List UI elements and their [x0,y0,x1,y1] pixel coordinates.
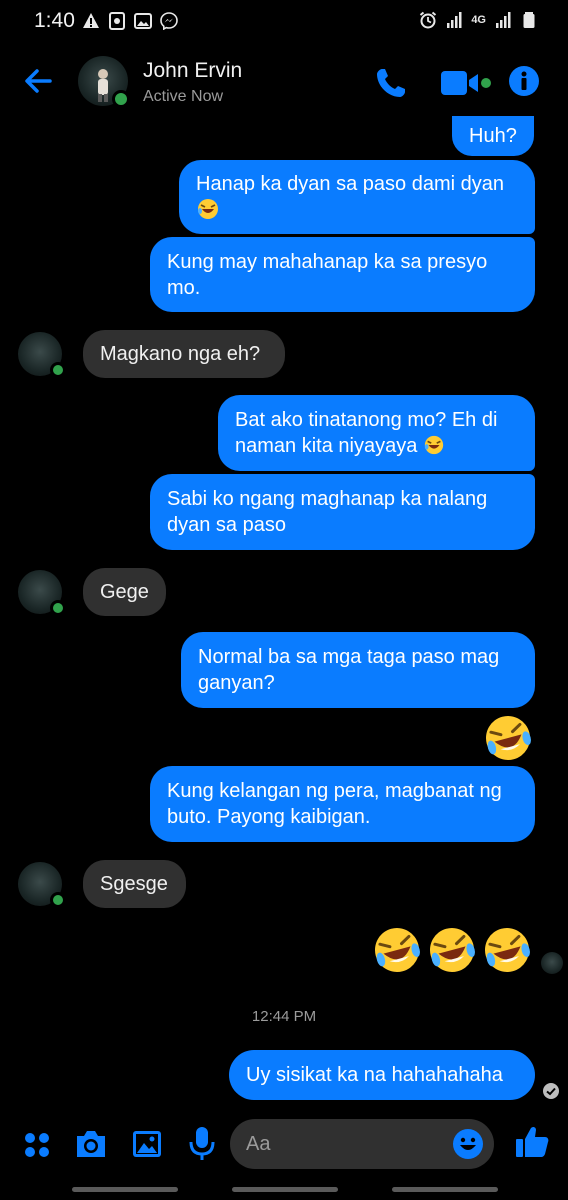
laughing-emoji-icon[interactable] [482,925,532,975]
nav-recent-button[interactable] [72,1187,178,1192]
delivered-check-icon [543,1083,559,1099]
message-input-placeholder: Aa [246,1133,271,1155]
message-list[interactable]: Huh? Hanap ka dyan sa paso dami dyan Kun… [0,116,568,1110]
signal-icon-2 [496,12,511,28]
outgoing-message[interactable]: Kung may mahahanap ka sa presyo mo. [150,237,535,312]
laughing-emoji-icon[interactable] [372,925,422,975]
gallery-icon [134,13,152,29]
back-arrow-icon[interactable] [20,62,58,100]
thumbs-up-icon[interactable] [514,1124,550,1160]
messenger-icon [160,12,178,30]
laughing-emoji-icon [424,435,444,455]
online-indicator [50,892,66,908]
laughing-emoji-icon[interactable] [427,925,477,975]
camera-icon[interactable] [74,1128,108,1160]
phone-icon[interactable] [374,66,408,100]
contact-status: Active Now [143,88,224,105]
alarm-icon [420,11,437,29]
nav-back-button[interactable] [392,1187,498,1192]
laughing-emoji-icon [198,199,218,219]
laughing-emoji-icon[interactable] [483,713,533,763]
emoji-picker-icon[interactable] [452,1128,484,1160]
online-indicator [50,600,66,616]
outgoing-message[interactable]: Bat ako tinatanong mo? Eh di naman kita … [218,395,535,471]
incoming-message[interactable]: Sgesge [83,860,186,908]
screenshot-icon [109,12,125,30]
online-indicator [112,90,130,108]
message-input[interactable]: Aa [230,1119,494,1169]
more-apps-icon[interactable] [22,1130,52,1160]
outgoing-message[interactable]: Huh? [452,116,534,156]
seen-avatar [541,952,563,974]
warning-icon [83,13,99,28]
contact-name[interactable]: John Ervin [143,59,242,83]
chat-header: John Ervin Active Now [0,44,568,120]
message-timestamp: 12:44 PM [251,1008,317,1025]
video-call-icon[interactable] [440,68,494,100]
signal-icon [447,12,462,28]
microphone-icon[interactable] [188,1126,216,1162]
incoming-message[interactable]: Gege [83,568,166,616]
nav-home-button[interactable] [232,1187,338,1192]
composer-bar: Aa [0,1112,568,1176]
battery-icon [523,12,535,28]
status-time: 1:40 [34,9,75,32]
info-icon[interactable] [508,65,540,97]
network-type-label: 4G [471,14,486,26]
outgoing-message[interactable]: Sabi ko ngang maghanap ka nalang dyan sa… [150,474,535,550]
status-bar: 1:40 4G [0,0,568,44]
gallery-icon[interactable] [131,1128,163,1160]
outgoing-message[interactable]: Uy sisikat ka na hahahahaha [229,1050,535,1100]
online-indicator [50,362,66,378]
outgoing-message[interactable]: Kung kelangan ng pera, magbanat ng buto.… [150,766,535,842]
incoming-message[interactable]: Magkano nga eh? [83,330,285,378]
system-navigation-bar [0,1180,568,1200]
outgoing-message[interactable]: Hanap ka dyan sa paso dami dyan [179,160,535,234]
outgoing-message[interactable]: Normal ba sa mga taga paso mag ganyan? [181,632,535,708]
